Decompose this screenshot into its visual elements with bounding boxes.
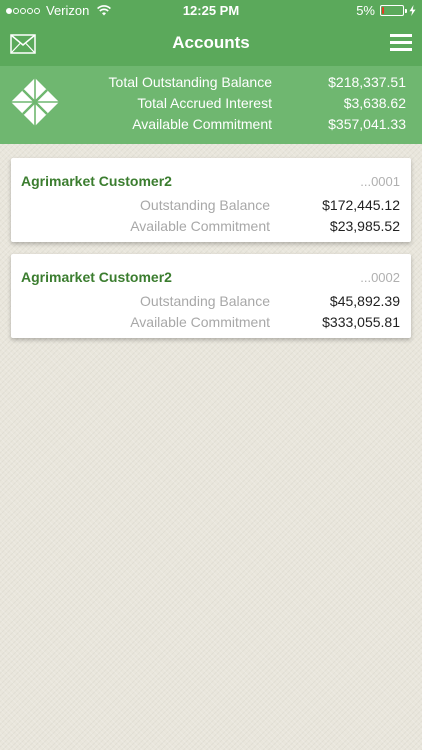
summary-value: $3,638.62: [343, 95, 406, 111]
summary-label: Total Accrued Interest: [137, 95, 272, 111]
account-row-value: $23,985.52: [329, 218, 400, 234]
account-name: Agrimarket Customer2: [21, 269, 172, 285]
totals-summary: Total Outstanding Balance $218,337.51 To…: [0, 66, 422, 144]
account-number: ...0002: [360, 270, 400, 285]
battery-level: [382, 7, 384, 14]
summary-row-commitment: Available Commitment $357,041.33: [70, 116, 406, 136]
menu-line: [390, 34, 412, 37]
account-row-commitment: Available Commitment $23,985.52: [21, 218, 400, 236]
account-row-label: Outstanding Balance: [140, 293, 270, 309]
summary-row-interest: Total Accrued Interest $3,638.62: [70, 95, 406, 115]
summary-value: $357,041.33: [328, 116, 406, 132]
leaf-logo-icon: [10, 77, 60, 127]
battery-cap: [405, 9, 407, 13]
page-title: Accounts: [172, 33, 250, 52]
menu-line: [390, 41, 412, 44]
account-row-value: $45,892.39: [329, 293, 400, 309]
account-card[interactable]: Agrimarket Customer2 ...0002 Outstanding…: [11, 254, 411, 338]
battery-icon: [380, 5, 407, 16]
menu-line: [390, 48, 412, 51]
account-row-value: $172,445.12: [322, 197, 400, 213]
summary-label: Total Outstanding Balance: [108, 74, 272, 90]
account-row-label: Available Commitment: [130, 314, 270, 330]
account-name: Agrimarket Customer2: [21, 173, 172, 189]
account-row-label: Outstanding Balance: [140, 197, 270, 213]
account-row-outstanding: Outstanding Balance $172,445.12: [21, 197, 400, 215]
menu-icon[interactable]: [390, 34, 412, 52]
summary-label: Available Commitment: [132, 116, 272, 132]
account-number: ...0001: [360, 174, 400, 189]
battery-percent: 5%: [356, 3, 375, 18]
account-row-label: Available Commitment: [130, 218, 270, 234]
summary-row-outstanding: Total Outstanding Balance $218,337.51: [70, 74, 406, 94]
charging-bolt-icon: [409, 5, 416, 16]
account-row-outstanding: Outstanding Balance $45,892.39: [21, 293, 400, 311]
summary-value: $218,337.51: [328, 74, 406, 90]
status-right: 5%: [356, 3, 416, 18]
account-row-value: $333,055.81: [322, 314, 400, 330]
status-bar: Verizon 12:25 PM 5%: [0, 0, 422, 22]
account-row-commitment: Available Commitment $333,055.81: [21, 314, 400, 332]
account-card[interactable]: Agrimarket Customer2 ...0001 Outstanding…: [11, 158, 411, 242]
nav-bar: Accounts: [0, 22, 422, 66]
